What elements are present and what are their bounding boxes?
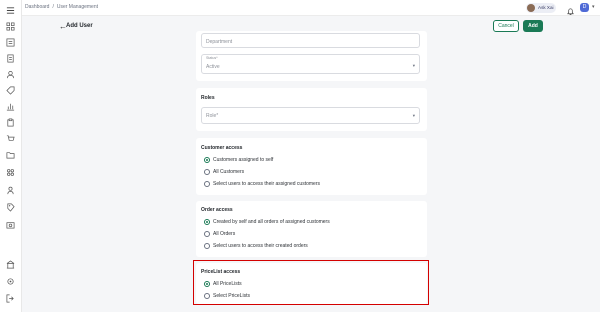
breadcrumb-dashboard[interactable]: Dashboard	[25, 4, 49, 10]
radio-label: Customers assigned to self	[213, 157, 274, 163]
logout-icon[interactable]	[6, 294, 15, 303]
tag-icon[interactable]	[6, 86, 15, 95]
status-value: Active	[206, 64, 220, 70]
sidebar	[0, 0, 22, 312]
order-access-card: Order access Created by self and all ord…	[196, 201, 427, 257]
ask-ai-label: Ask Xai	[538, 5, 554, 10]
user-avatar[interactable]: D	[580, 3, 589, 12]
add-button[interactable]: Add	[523, 20, 543, 32]
team-icon[interactable]	[6, 186, 15, 195]
roles-card: Roles Role* ▾	[196, 88, 427, 131]
chart-icon[interactable]	[6, 102, 15, 111]
radio-unselected[interactable]	[204, 231, 210, 237]
department-placeholder: Department	[206, 39, 233, 45]
camera-icon[interactable]	[6, 220, 15, 229]
cancel-button[interactable]: Cancel	[493, 20, 519, 32]
role-placeholder: Role*	[206, 113, 219, 119]
chevron-down-icon[interactable]: ▾	[592, 4, 595, 10]
apps-icon[interactable]	[6, 168, 15, 177]
breadcrumb-user-management[interactable]: User Management	[57, 4, 98, 10]
radio-unselected[interactable]	[204, 169, 210, 175]
radio-selected[interactable]	[204, 219, 210, 225]
cart-icon[interactable]	[6, 134, 15, 143]
radio-label: Created by self and all orders of assign…	[213, 219, 330, 225]
radio-label: Select users to access their assigned cu…	[213, 181, 320, 187]
radio-label: All Orders	[213, 231, 236, 237]
customer-access-card: Customer access Customers assigned to se…	[196, 138, 427, 195]
status-select[interactable]: Status* Active ▾	[201, 54, 420, 74]
chevron-down-icon: ▾	[412, 113, 415, 118]
settings-icon[interactable]	[6, 277, 15, 286]
basic-info-card: Department Status* Active ▾	[196, 31, 427, 81]
status-label: Status*	[206, 56, 218, 60]
page-title: Add User	[66, 23, 93, 29]
price-tag-icon[interactable]	[6, 203, 15, 212]
radio-label: All Customers	[213, 169, 245, 175]
ask-ai-button[interactable]: Ask Xai	[526, 3, 556, 13]
order-access-title: Order access	[201, 207, 233, 213]
highlight-box	[193, 260, 429, 305]
breadcrumb: Dashboard / User Management	[25, 4, 101, 10]
radio-unselected[interactable]	[204, 243, 210, 249]
menu-icon[interactable]	[6, 6, 15, 15]
top-bar: Dashboard / User Management Ask Xai D ▾	[22, 0, 600, 16]
building-icon[interactable]	[6, 260, 15, 269]
user-icon[interactable]	[6, 70, 15, 79]
document-icon[interactable]	[6, 54, 15, 63]
assistant-avatar	[527, 4, 535, 12]
clipboard-icon[interactable]	[6, 118, 15, 127]
grid-icon[interactable]	[6, 22, 15, 31]
customer-access-title: Customer access	[201, 145, 243, 151]
radio-selected[interactable]	[204, 157, 210, 163]
breadcrumb-separator: /	[52, 4, 54, 10]
list-icon[interactable]	[6, 38, 15, 47]
roles-title: Roles	[201, 95, 215, 101]
folder-icon[interactable]	[6, 150, 15, 159]
radio-unselected[interactable]	[204, 181, 210, 187]
chevron-down-icon: ▾	[412, 63, 415, 68]
bell-icon[interactable]	[566, 3, 575, 16]
department-field[interactable]: Department	[201, 33, 420, 48]
radio-label: Select users to access their created ord…	[213, 243, 308, 249]
role-select[interactable]: Role* ▾	[201, 107, 420, 124]
